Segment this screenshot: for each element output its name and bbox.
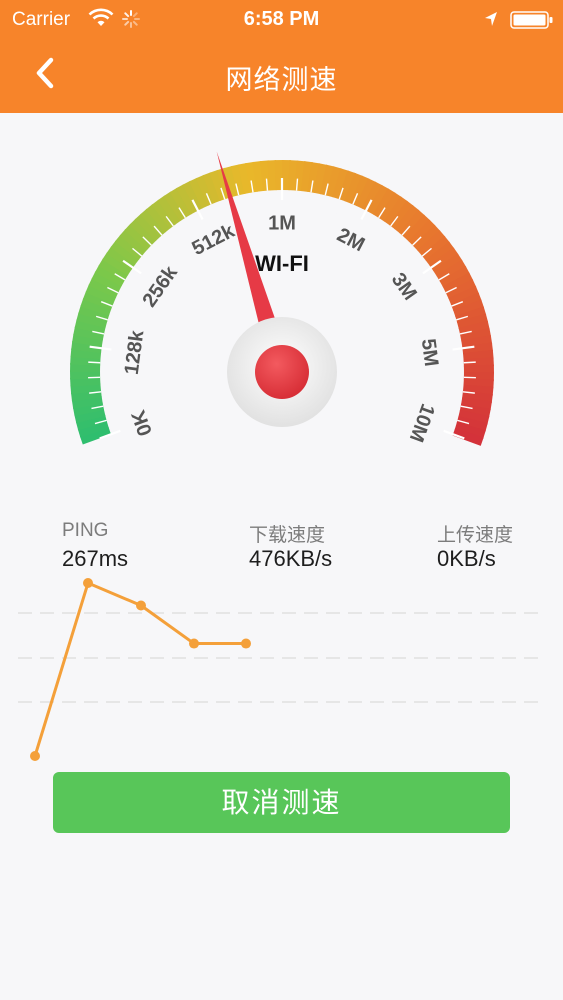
speed-line-chart bbox=[0, 575, 563, 775]
gauge-tick-label: 1M bbox=[268, 212, 296, 234]
app-header: Carrier 6:58 PM 网络测速 bbox=[0, 0, 563, 113]
chart-point bbox=[241, 638, 251, 649]
speed-gauge-svg: 0K128k256k512k 1M2M3M5M10M WI-FI bbox=[0, 151, 563, 506]
chart-point bbox=[30, 751, 40, 761]
gauge-bottom-mask bbox=[0, 486, 563, 506]
chart-point bbox=[83, 578, 93, 588]
gauge-tick bbox=[265, 178, 269, 191]
clock-time: 6:58 PM bbox=[243, 8, 320, 30]
cancel-test-button[interactable]: 取消测速 bbox=[53, 772, 510, 833]
speed-line-chart-svg bbox=[18, 578, 545, 761]
gauge-tick bbox=[295, 178, 299, 191]
download-value: 476KB/s bbox=[249, 546, 333, 571]
ping-value: 267ms bbox=[62, 546, 129, 571]
gauge-tick-label: 5M bbox=[417, 337, 442, 367]
status-bar: Carrier 6:58 PM bbox=[0, 0, 563, 38]
upload-value: 0KB/s bbox=[437, 546, 496, 571]
gauge-hub-center bbox=[255, 345, 309, 399]
chart-gridlines bbox=[18, 612, 545, 703]
gauge-tick bbox=[463, 361, 476, 364]
download-label: 下载速度 bbox=[249, 525, 326, 546]
battery-icon bbox=[510, 10, 554, 36]
chart-points bbox=[30, 578, 251, 761]
page-title: 网络测速 bbox=[225, 65, 338, 95]
upload-label: 上传速度 bbox=[437, 525, 514, 546]
ping-label: PING bbox=[62, 520, 109, 541]
gauge-tick bbox=[88, 361, 101, 364]
speed-gauge: 0K 128k 256k 512k 1M 2M 3M 5M 10M WI-FI bbox=[0, 140, 563, 506]
chart-point bbox=[136, 600, 146, 611]
location-arrow-icon bbox=[484, 11, 498, 33]
speed-stats: PING 267ms 下载速度 476KB/s 上传速度 0KB/s bbox=[0, 518, 563, 578]
chart-point bbox=[189, 638, 199, 649]
network-type-label: WI-FI bbox=[255, 251, 309, 276]
